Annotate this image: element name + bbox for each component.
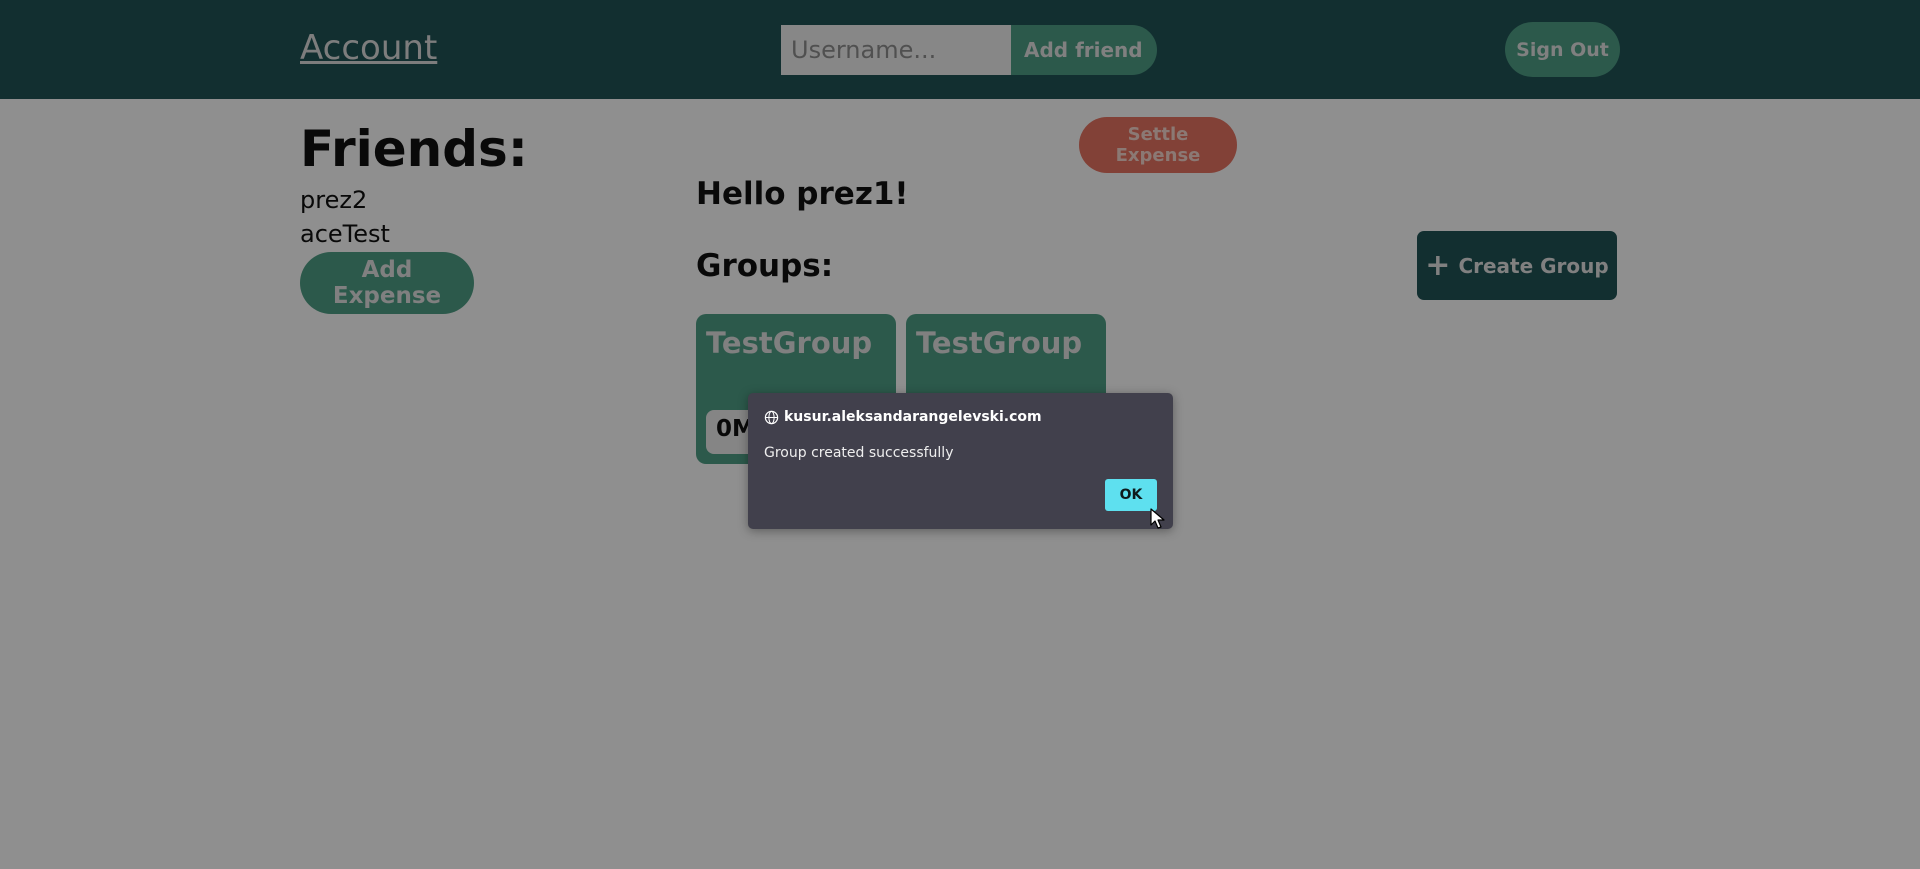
dialog-message: Group created successfully [764,445,954,461]
dialog-origin: kusur.aleksandarangelevski.com [764,409,1042,425]
dialog-origin-text: kusur.aleksandarangelevski.com [784,409,1042,425]
globe-icon [764,410,779,424]
ok-button[interactable]: OK [1105,479,1157,511]
alert-dialog: kusur.aleksandarangelevski.com Group cre… [748,393,1173,529]
cursor-icon [1150,508,1165,529]
